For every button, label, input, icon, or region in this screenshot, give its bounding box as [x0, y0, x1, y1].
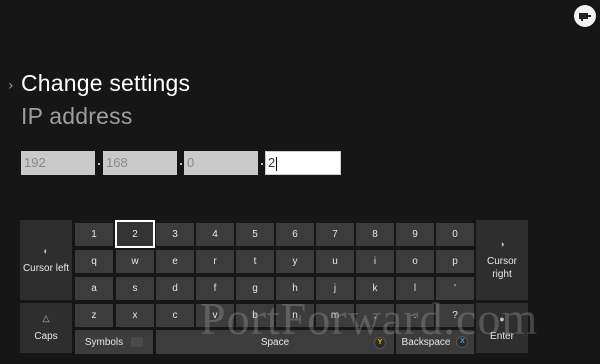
- page-subtitle: IP address: [21, 103, 133, 129]
- key-comma[interactable]: ,: [356, 304, 394, 327]
- key-h[interactable]: h: [276, 277, 314, 300]
- network-icon: [574, 5, 596, 27]
- key-g[interactable]: g: [236, 277, 274, 300]
- key-9[interactable]: 9: [396, 223, 434, 246]
- key-question[interactable]: ?: [436, 304, 474, 327]
- key-y[interactable]: y: [276, 250, 314, 273]
- key-e[interactable]: e: [156, 250, 194, 273]
- breadcrumb-chevron-icon: ›: [8, 78, 14, 94]
- key-s[interactable]: s: [116, 277, 154, 300]
- backspace-key[interactable]: Backspace X: [396, 330, 474, 354]
- key-f[interactable]: f: [196, 277, 234, 300]
- key-z[interactable]: z: [75, 304, 113, 327]
- key-j[interactable]: j: [316, 277, 354, 300]
- enter-key[interactable]: ● Enter: [476, 303, 528, 353]
- key-i[interactable]: i: [356, 250, 394, 273]
- key-7[interactable]: 7: [316, 223, 354, 246]
- space-label: Space: [260, 336, 290, 348]
- ip-octet-4-field[interactable]: 2: [265, 151, 341, 175]
- key-6[interactable]: 6: [276, 223, 314, 246]
- cursor-right-label: Cursor right: [486, 256, 517, 280]
- key-o[interactable]: o: [396, 250, 434, 273]
- key-t[interactable]: t: [236, 250, 274, 273]
- key-0[interactable]: 0: [436, 223, 474, 246]
- key-a[interactable]: a: [75, 277, 113, 300]
- key-r[interactable]: r: [196, 250, 234, 273]
- key-m[interactable]: m: [316, 304, 354, 327]
- page-title: Change settings: [21, 70, 191, 96]
- cursor-left-key[interactable]: ◐ Cursor left: [20, 220, 72, 300]
- rb-button-icon: ◑: [499, 239, 505, 249]
- key-8[interactable]: 8: [356, 223, 394, 246]
- backspace-label: Backspace: [401, 336, 451, 348]
- key-l[interactable]: l: [396, 277, 434, 300]
- ip-octet-1-field[interactable]: 192: [21, 151, 95, 175]
- key-k[interactable]: k: [356, 277, 394, 300]
- key-period[interactable]: .: [396, 304, 434, 327]
- key-d[interactable]: d: [156, 277, 194, 300]
- view-button-icon: [131, 337, 144, 347]
- x-button-icon: X: [456, 336, 469, 348]
- ip-octet-4-value: 2: [268, 155, 276, 170]
- key-v[interactable]: v: [196, 304, 234, 327]
- key-b[interactable]: b: [236, 304, 274, 327]
- ip-separator-dot: [261, 163, 263, 165]
- symbols-key[interactable]: Symbols: [75, 330, 153, 354]
- caps-label: Caps: [34, 331, 58, 342]
- caps-key[interactable]: △ Caps: [20, 303, 72, 353]
- key-u[interactable]: u: [316, 250, 354, 273]
- ip-octet-2-field[interactable]: 168: [103, 151, 177, 175]
- ip-separator-dot: [180, 163, 182, 165]
- caps-icon: △: [42, 313, 50, 323]
- key-1[interactable]: 1: [75, 223, 113, 246]
- key-n[interactable]: n: [276, 304, 314, 327]
- on-screen-keyboard: ◐ Cursor left △ Caps ◑ Cursor right ● En…: [20, 220, 528, 356]
- symbols-label: Symbols: [84, 336, 124, 348]
- ip-octet-3-field[interactable]: 0: [184, 151, 258, 175]
- key-w[interactable]: w: [116, 250, 154, 273]
- key-3[interactable]: 3: [156, 223, 194, 246]
- ip-separator-dot: [98, 163, 100, 165]
- key-c[interactable]: c: [156, 304, 194, 327]
- key-apostrophe[interactable]: ': [436, 277, 474, 300]
- key-5[interactable]: 5: [236, 223, 274, 246]
- menu-button-icon: ●: [499, 313, 505, 324]
- text-caret: [276, 156, 278, 171]
- cursor-right-key[interactable]: ◑ Cursor right: [476, 220, 528, 300]
- key-x[interactable]: x: [116, 304, 154, 327]
- cursor-left-label: Cursor left: [22, 262, 70, 274]
- lb-button-icon: ◐: [43, 245, 49, 256]
- key-q[interactable]: q: [75, 250, 113, 273]
- key-2[interactable]: 2: [115, 220, 155, 248]
- y-button-icon: Y: [374, 337, 386, 349]
- key-4[interactable]: 4: [196, 223, 234, 246]
- space-key[interactable]: Space Y: [156, 330, 394, 354]
- key-p[interactable]: p: [436, 250, 474, 273]
- enter-label: Enter: [490, 330, 514, 342]
